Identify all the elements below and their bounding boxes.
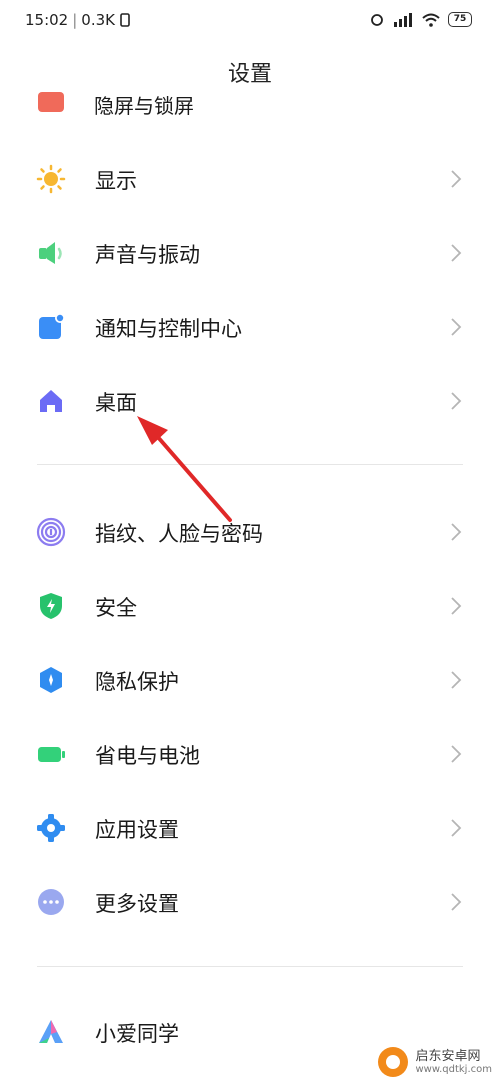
privacy-icon xyxy=(40,667,62,693)
status-separator: | xyxy=(72,11,78,29)
settings-item-notifications[interactable]: 通知与控制中心 xyxy=(0,289,500,363)
watermark: 启东安卓网 www.qdtkj.com xyxy=(377,1046,492,1078)
network-speed: 0.3K xyxy=(81,11,115,29)
settings-item-label: 桌面 xyxy=(95,391,137,415)
battery-icon xyxy=(38,747,65,762)
settings-item-label: 更多设置 xyxy=(95,892,179,916)
xiaoai-icon xyxy=(39,1020,63,1043)
settings-item-label: 显示 xyxy=(95,169,137,193)
settings-item-label: 指纹、人脸与密码 xyxy=(95,522,263,546)
chevron-right-icon xyxy=(451,671,462,689)
section-divider xyxy=(37,966,463,967)
settings-item-privacy[interactable]: 隐私保护 xyxy=(0,642,500,716)
chevron-right-icon xyxy=(451,819,462,837)
speaker-icon xyxy=(39,242,62,264)
section-divider xyxy=(37,464,463,465)
sync-icon xyxy=(371,13,383,26)
shield-icon xyxy=(40,593,62,619)
battery-indicator: 75 xyxy=(448,12,472,27)
chevron-right-icon xyxy=(451,597,462,615)
settings-item-more[interactable]: 更多设置 xyxy=(0,864,500,938)
gear-icon xyxy=(37,814,65,842)
chevron-right-icon xyxy=(451,745,462,763)
settings-item-label: 隐屏与锁屏 xyxy=(94,94,194,118)
status-bar: 15:02 | 0.3K 75 xyxy=(0,0,500,44)
settings-item-battery[interactable]: 省电与电池 xyxy=(0,716,500,790)
chevron-right-icon xyxy=(451,170,462,188)
settings-item-label: 省电与电池 xyxy=(95,744,200,768)
chevron-right-icon xyxy=(451,244,462,262)
status-time: 15:02 xyxy=(25,11,69,29)
watermark-url: www.qdtkj.com xyxy=(415,1064,492,1075)
settings-item-display[interactable]: 显示 xyxy=(0,141,500,215)
page-title: 设置 xyxy=(227,62,272,87)
sun-icon xyxy=(36,164,66,194)
watermark-logo-icon xyxy=(378,1047,409,1077)
settings-item-apps[interactable]: 应用设置 xyxy=(0,790,500,864)
notification-icon xyxy=(39,313,65,339)
settings-item-label: 隐私保护 xyxy=(95,670,179,694)
lockscreen-icon xyxy=(38,92,64,112)
settings-item-label: 声音与振动 xyxy=(95,243,200,267)
settings-item-label: 安全 xyxy=(95,596,137,620)
wifi-icon xyxy=(422,13,440,27)
watermark-name: 启东安卓网 xyxy=(415,1049,481,1064)
settings-item-fingerprint[interactable]: 指纹、人脸与密码 xyxy=(0,494,500,568)
settings-item-label: 通知与控制中心 xyxy=(95,317,242,341)
chevron-right-icon xyxy=(451,392,462,410)
more-icon xyxy=(38,889,64,915)
chevron-right-icon xyxy=(451,318,462,336)
chevron-right-icon xyxy=(451,893,462,911)
settings-item-label: 应用设置 xyxy=(95,818,179,842)
chevron-right-icon xyxy=(451,523,462,541)
settings-item-sound[interactable]: 声音与振动 xyxy=(0,215,500,289)
fingerprint-icon xyxy=(36,517,66,547)
settings-item-partial[interactable]: 隐屏与锁屏 xyxy=(0,92,500,120)
settings-item-label: 小爱同学 xyxy=(95,1022,179,1046)
vibrate-icon xyxy=(120,13,130,27)
settings-item-security[interactable]: 安全 xyxy=(0,568,500,642)
home-icon xyxy=(40,390,62,412)
signal-icon xyxy=(394,12,412,27)
settings-item-desktop[interactable]: 桌面 xyxy=(0,363,500,437)
